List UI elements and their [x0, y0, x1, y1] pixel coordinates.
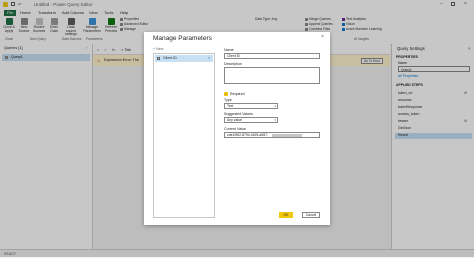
- parameter-item[interactable]: Client ID ×: [155, 55, 213, 62]
- parameter-list: Client ID ×: [153, 53, 215, 218]
- current-value-input[interactable]: cde10f62-8794-4625-a587-: [224, 132, 320, 138]
- new-parameter-button[interactable]: + New: [153, 47, 163, 51]
- chevron-down-icon: ▾: [274, 104, 276, 108]
- type-select-value: Text: [227, 104, 234, 108]
- suggested-values-label: Suggested Values: [224, 112, 253, 116]
- manage-parameters-dialog: Manage Parameters × + New Client ID × Na…: [144, 32, 330, 225]
- dialog-title: Manage Parameters: [153, 35, 212, 42]
- type-label: Type: [224, 98, 232, 102]
- current-value-text: cde10f62-8794-4625-a587-: [227, 133, 269, 137]
- redacted-value: [272, 134, 302, 138]
- name-label: Name: [224, 48, 234, 52]
- description-input[interactable]: [224, 67, 320, 84]
- ok-button[interactable]: OK: [279, 212, 293, 218]
- required-checkbox[interactable]: ✓: [224, 92, 228, 96]
- required-label: Required: [230, 92, 245, 96]
- plus-icon: +: [153, 47, 156, 51]
- parameter-icon: [157, 57, 160, 60]
- suggested-values-value: Any value: [227, 118, 242, 122]
- dialog-close-icon[interactable]: ×: [321, 34, 324, 40]
- chevron-down-icon: ▾: [274, 118, 276, 122]
- description-label: Description: [224, 62, 242, 66]
- name-input[interactable]: Client ID: [224, 53, 320, 59]
- current-value-label: Current Value: [224, 127, 246, 131]
- suggested-values-select[interactable]: Any value ▾: [224, 117, 278, 123]
- cancel-button[interactable]: Cancel: [302, 212, 320, 218]
- type-select[interactable]: Text ▾: [224, 103, 278, 109]
- delete-parameter-icon[interactable]: ×: [208, 56, 210, 60]
- parameter-item-label: Client ID: [163, 56, 177, 61]
